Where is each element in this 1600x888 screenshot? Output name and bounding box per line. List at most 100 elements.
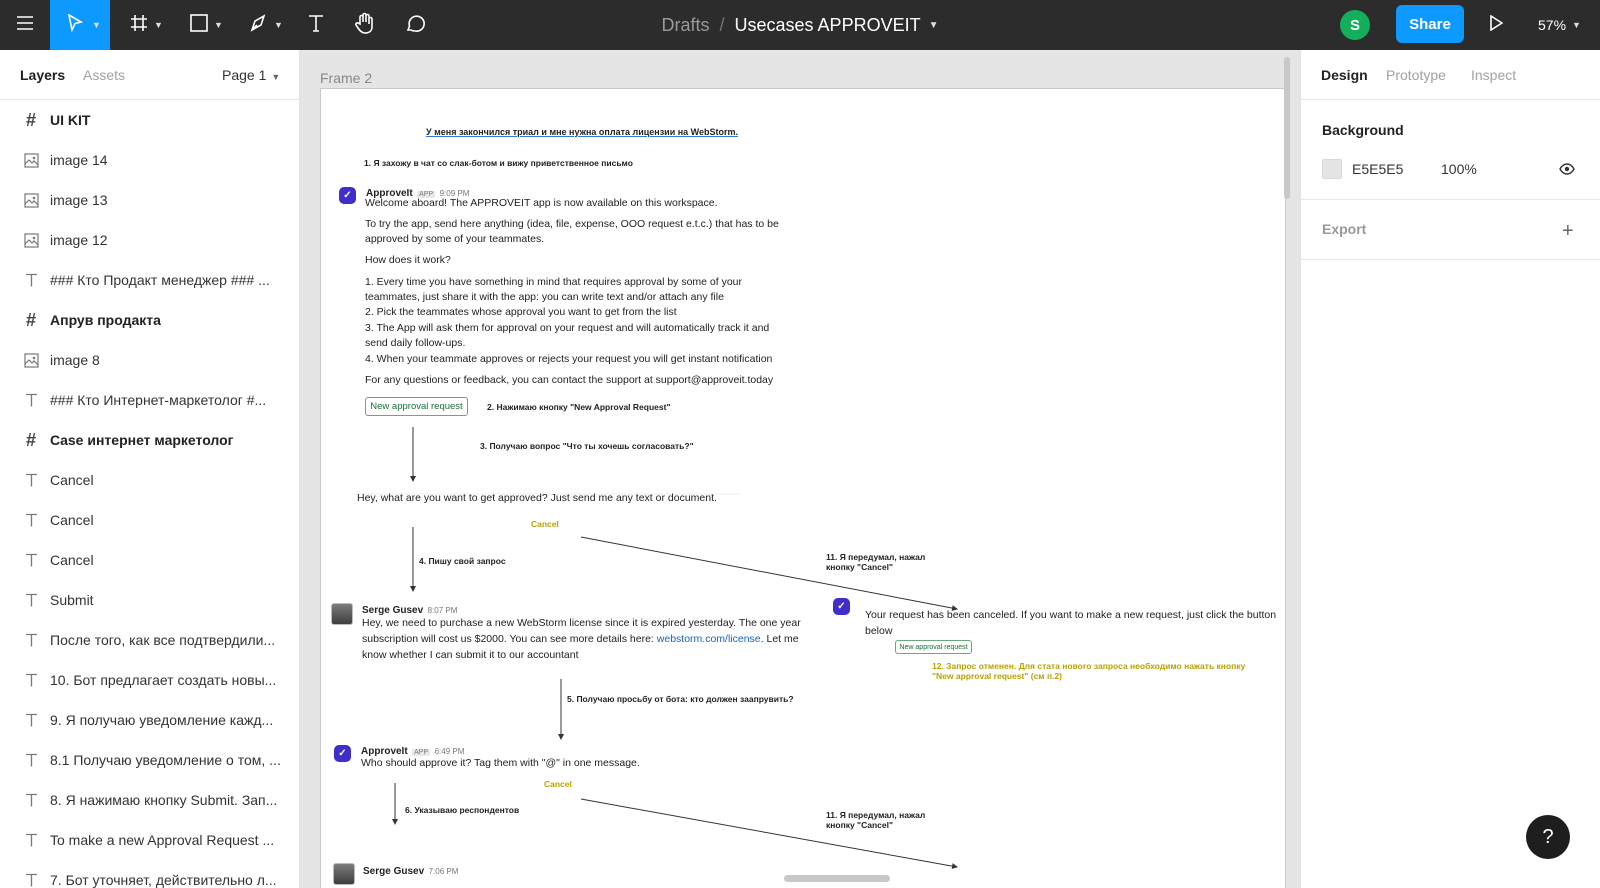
shape-tool-button[interactable]: ▼	[180, 0, 230, 50]
tab-layers[interactable]: Layers	[20, 67, 65, 83]
tab-prototype[interactable]: Prototype	[1386, 67, 1446, 83]
image-icon	[22, 151, 40, 169]
pen-tool-button[interactable]: ▼	[240, 0, 290, 50]
present-button[interactable]	[1480, 0, 1512, 50]
layer-item[interactable]: Cancel	[0, 540, 299, 580]
welcome-line-4: How does it work?	[365, 254, 451, 266]
vertical-scrollbar[interactable]	[1284, 57, 1290, 199]
layer-item[interactable]: После того, как все подтвердили...	[0, 620, 299, 660]
frame-name-label[interactable]: Frame 2	[320, 70, 372, 86]
comment-tool-button[interactable]	[398, 0, 432, 50]
main-menu-button[interactable]	[0, 0, 50, 50]
welcome-line-8: 3. The App will ask them for approval on…	[365, 322, 770, 334]
checkmark-icon: ✓	[837, 601, 846, 612]
background-color-swatch[interactable]	[1322, 159, 1342, 179]
layer-item[interactable]: ### Кто Интернет-маркетолог #...	[0, 380, 299, 420]
cancel-link-2[interactable]: Cancel	[544, 779, 572, 789]
layer-name: Апрув продакта	[50, 312, 161, 328]
checkmark-icon: ✓	[338, 748, 347, 759]
layer-item[interactable]: # UI KIT	[0, 100, 299, 140]
help-button[interactable]: ?	[1526, 815, 1570, 859]
user-name: Serge Gusev	[363, 866, 425, 877]
cursor-arrow-icon	[67, 12, 84, 37]
page-selector-label: Page 1	[222, 67, 267, 83]
welcome-line-1: Welcome aboard! The APPROVEIT app is now…	[365, 197, 718, 209]
user-message-line-2b: . Let me	[760, 633, 799, 645]
image-icon	[22, 191, 40, 209]
frame-2[interactable]: У меня закончился триал и мне нужна опла…	[320, 88, 1286, 888]
right-panel-tabs: Design Prototype Inspect	[1301, 50, 1600, 100]
eye-icon[interactable]	[1559, 162, 1575, 180]
background-hex-input[interactable]: E5E5E5	[1352, 161, 1403, 177]
checkmark-icon: ✓	[343, 190, 352, 201]
layer-name: 7. Бот уточняет, действительно л...	[50, 872, 277, 888]
export-heading: Export	[1322, 221, 1367, 237]
layer-name: 8. Я нажимаю кнопку Submit. Зап...	[50, 792, 278, 808]
text-tool-button[interactable]	[300, 0, 332, 50]
frame-tool-button[interactable]: ▼	[120, 0, 170, 50]
welcome-line-11: For any questions or feedback, you can c…	[365, 374, 774, 386]
add-export-plus-icon[interactable]: +	[1562, 220, 1574, 243]
zoom-menu[interactable]: 57% ▼	[1538, 0, 1581, 50]
layer-item[interactable]: To make a new Approval Request ...	[0, 820, 299, 860]
text-layer-icon	[22, 591, 40, 609]
text-layer-icon	[22, 271, 40, 289]
layer-item[interactable]: 10. Бот предлагает создать новы...	[0, 660, 299, 700]
text-layer-icon	[22, 631, 40, 649]
page-selector[interactable]: Page 1 ▼	[222, 67, 280, 83]
flow-heading: У меня закончился триал и мне нужна опла…	[426, 127, 739, 137]
user-message-line-2: subscription will cost us $2000. You can…	[362, 632, 799, 648]
layer-item[interactable]: image 13	[0, 180, 299, 220]
hand-tool-button[interactable]	[348, 0, 382, 50]
layer-item[interactable]: Submit	[0, 580, 299, 620]
layer-item[interactable]: ### Кто Продакт менеджер ### ...	[0, 260, 299, 300]
user-avatar[interactable]: S	[1340, 10, 1370, 40]
new-approval-request-button-small[interactable]: New approval request	[895, 640, 972, 654]
layer-item[interactable]: 8.1 Получаю уведомление о том, ...	[0, 740, 299, 780]
layer-name: После того, как все подтвердили...	[50, 632, 276, 648]
layer-name: To make a new Approval Request ...	[50, 832, 275, 848]
zoom-level: 57%	[1538, 17, 1567, 33]
breadcrumb-drafts[interactable]: Drafts	[661, 15, 709, 36]
frame-hash-icon: #	[25, 429, 36, 450]
webstorm-link[interactable]: webstorm.com/license	[657, 633, 761, 645]
text-layer-icon	[22, 871, 40, 888]
layer-name: Cancel	[50, 472, 94, 488]
export-section: Export +	[1301, 200, 1600, 260]
layer-name: image 8	[50, 352, 100, 368]
layer-item[interactable]: image 14	[0, 140, 299, 180]
layer-name: image 14	[50, 152, 108, 168]
layer-item[interactable]: # Апрув продакта	[0, 300, 299, 340]
layer-item[interactable]: Cancel	[0, 460, 299, 500]
move-tool-button[interactable]: ▼	[50, 0, 110, 50]
tab-inspect[interactable]: Inspect	[1471, 67, 1516, 83]
layer-item[interactable]: 7. Бот уточняет, действительно л...	[0, 860, 299, 888]
text-layer-icon	[22, 511, 40, 529]
horizontal-scrollbar[interactable]	[784, 875, 890, 882]
welcome-line-3: approved by some of your teammates.	[365, 233, 545, 245]
chevron-down-icon[interactable]: ▼	[929, 20, 939, 31]
text-layer-icon	[22, 791, 40, 809]
layer-item[interactable]: # Case интернет маркетолог	[0, 420, 299, 460]
layer-item[interactable]: 9. Я получаю уведомление кажд...	[0, 700, 299, 740]
tab-design[interactable]: Design	[1321, 67, 1368, 83]
background-opacity-input[interactable]: 100%	[1441, 161, 1477, 177]
message-time: 7:06 PM	[428, 867, 459, 876]
cancel-link-1[interactable]: Cancel	[531, 519, 559, 529]
tab-assets[interactable]: Assets	[83, 67, 125, 83]
layer-item[interactable]: Cancel	[0, 500, 299, 540]
layer-item[interactable]: 8. Я нажимаю кнопку Submit. Зап...	[0, 780, 299, 820]
chevron-down-icon: ▼	[274, 20, 283, 30]
layer-name: UI KIT	[50, 112, 91, 128]
layer-name: 9. Я получаю уведомление кажд...	[50, 712, 274, 728]
new-approval-request-button[interactable]: New approval request	[365, 397, 468, 416]
share-button[interactable]: Share	[1396, 5, 1464, 43]
step-1-note: 1. Я захожу в чат со слак-ботом и вижу п…	[364, 158, 633, 168]
file-name[interactable]: Usecases APPROVEIT	[735, 15, 921, 36]
layer-item[interactable]: image 8	[0, 340, 299, 380]
layer-item[interactable]: image 12	[0, 220, 299, 260]
welcome-line-7: 2. Pick the teammates whose approval you…	[365, 306, 677, 318]
rectangle-icon	[190, 13, 208, 37]
text-layer-icon	[22, 711, 40, 729]
canvas[interactable]: Frame 2 У меня закончился триал и мне ну…	[300, 50, 1300, 888]
